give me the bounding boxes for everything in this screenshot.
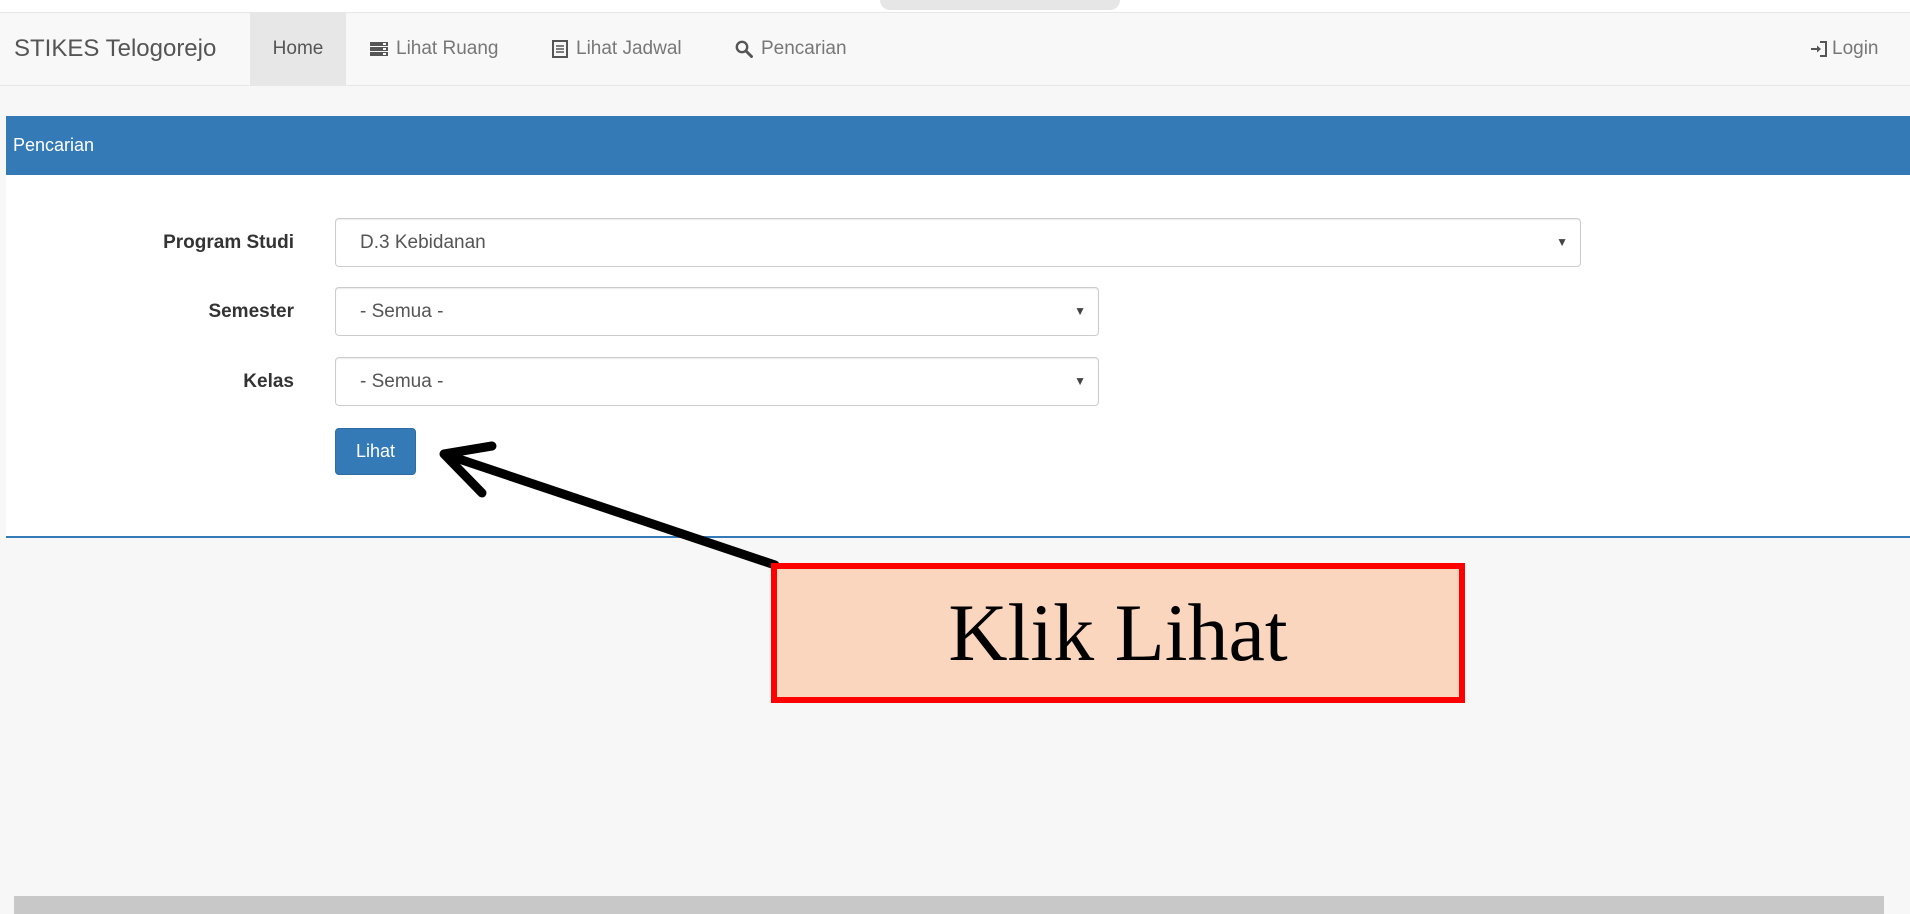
annotation-callout: Klik Lihat [771,563,1465,703]
pointer-arrow-icon [439,441,780,570]
footer-bar [14,896,1884,914]
